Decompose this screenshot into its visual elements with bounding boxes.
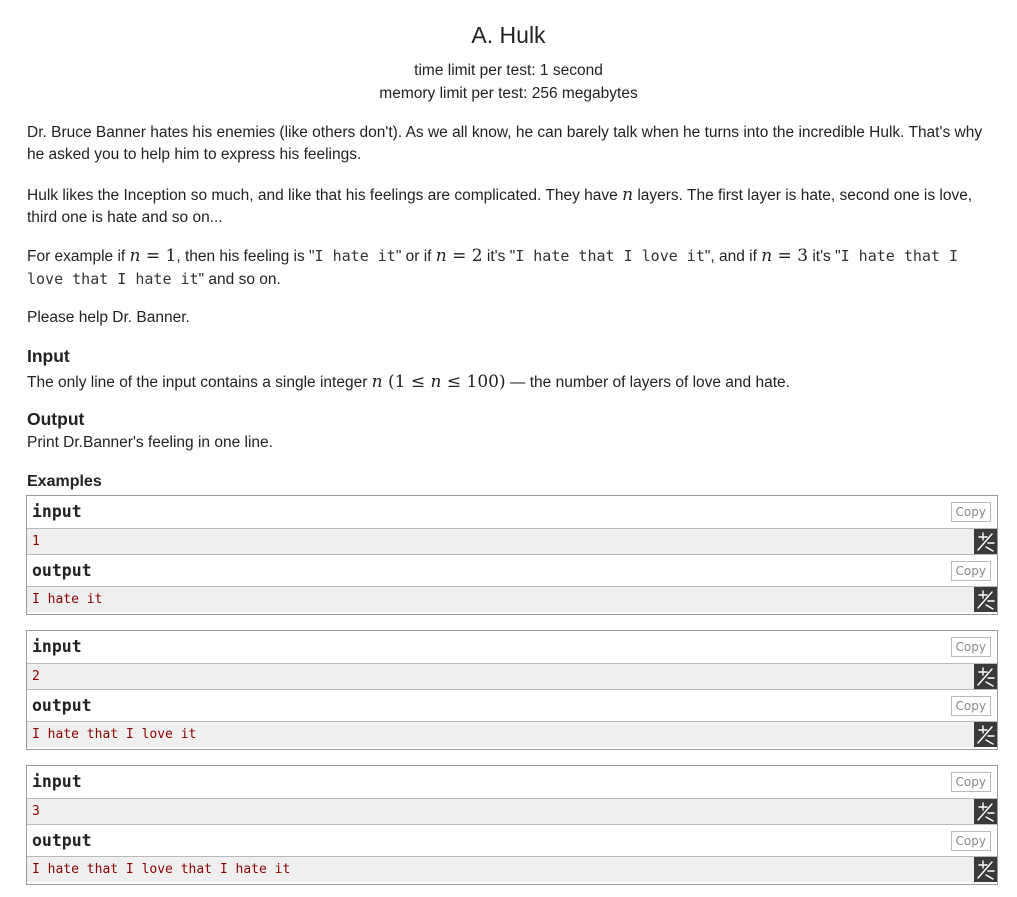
text: it's " [808, 248, 841, 265]
text: " or if [395, 248, 436, 265]
example-input-body: 3 [27, 799, 997, 824]
statement-paragraph-1: Dr. Bruce Banner hates his enemies (like… [27, 124, 983, 163]
output-label: output [32, 831, 92, 850]
math-n: n [371, 372, 383, 392]
example-output-header: output Copy [27, 689, 997, 722]
example-output-body: I hate it [27, 587, 997, 612]
copy-button[interactable]: Copy [950, 502, 991, 522]
output-section-text: Print Dr.Banner's feeling in one line. [27, 434, 273, 451]
output-label: output [32, 561, 92, 580]
example-input-value: 3 [32, 804, 40, 819]
example-output-header: output Copy [27, 824, 997, 857]
statement-paragraph-3: For example if n = 1, then his feeling i… [27, 245, 1002, 291]
text: it's " [482, 248, 516, 265]
text: Hulk likes the Inception so much, and li… [27, 187, 623, 204]
sparkle-tool-icon[interactable] [974, 722, 997, 747]
sparkle-tool-icon[interactable] [974, 529, 997, 554]
example-input-body: 1 [27, 529, 997, 554]
text: For example if [27, 248, 130, 265]
copy-button[interactable]: Copy [950, 831, 991, 851]
example-input-value: 2 [32, 669, 40, 684]
math-range-open: (1 ≤ [382, 372, 431, 392]
sparkle-tool-icon[interactable] [974, 799, 997, 824]
example-block: input Copy 2 output Copy I hate that I l… [26, 630, 998, 750]
examples-title: Examples [27, 473, 102, 490]
example-input-header: input Copy [27, 496, 997, 529]
example-output-header: output Copy [27, 554, 997, 587]
example-output-body: I hate that I love it [27, 722, 997, 747]
statement-paragraph-4: Please help Dr. Banner. [27, 309, 190, 326]
example-output-value: I hate that I love it [32, 727, 197, 742]
example-block: input Copy 3 output Copy I hate that I l… [26, 765, 998, 885]
input-label: input [32, 637, 82, 656]
input-section-title: Input [27, 346, 70, 366]
problem-page: A. Hulk time limit per test: 1 second me… [0, 0, 1017, 897]
problem-title: A. Hulk [471, 22, 546, 48]
output-label: output [32, 696, 92, 715]
sparkle-tool-icon[interactable] [974, 587, 997, 612]
math-eq: = 1 [140, 246, 177, 266]
example-input-value: 1 [32, 534, 40, 549]
text: " and so on. [198, 271, 281, 288]
example-output-body: I hate that I love that I hate it [27, 857, 997, 882]
text: The only line of the input contains a si… [27, 374, 372, 391]
copy-button[interactable]: Copy [950, 772, 991, 792]
copy-button[interactable]: Copy [950, 561, 991, 581]
code-snippet: I hate it [314, 247, 396, 265]
output-section-title: Output [27, 409, 85, 429]
example-input-header: input Copy [27, 766, 997, 799]
example-input-header: input Copy [27, 631, 997, 664]
example-block: input Copy 1 output Copy I hate it [26, 495, 998, 615]
example-input-body: 2 [27, 664, 997, 689]
code-snippet: I hate that I love it [515, 247, 705, 265]
copy-button[interactable]: Copy [950, 696, 991, 716]
math-eq: = 3 [772, 246, 809, 266]
time-limit: time limit per test: 1 second [414, 62, 603, 79]
text: ", and if [704, 248, 762, 265]
input-section-text: The only line of the input contains a si… [27, 371, 1002, 394]
sparkle-tool-icon[interactable] [974, 857, 997, 882]
example-output-value: I hate that I love that I hate it [32, 862, 291, 877]
math-n: n [622, 185, 634, 205]
math-n: n [761, 246, 773, 266]
sparkle-tool-icon[interactable] [974, 664, 997, 689]
input-label: input [32, 772, 82, 791]
math-n: n [129, 246, 141, 266]
text: , then his feeling is " [176, 248, 315, 265]
copy-button[interactable]: Copy [950, 637, 991, 657]
math-n: n [435, 246, 447, 266]
statement-paragraph-2: Hulk likes the Inception so much, and li… [27, 184, 1002, 229]
input-label: input [32, 502, 82, 521]
example-output-value: I hate it [32, 592, 103, 607]
memory-limit: memory limit per test: 256 megabytes [379, 85, 638, 102]
text: — the number of layers of love and hate. [505, 374, 790, 391]
math-range-close: ≤ 100) [441, 372, 506, 392]
math-n: n [430, 372, 442, 392]
math-eq: = 2 [446, 246, 483, 266]
